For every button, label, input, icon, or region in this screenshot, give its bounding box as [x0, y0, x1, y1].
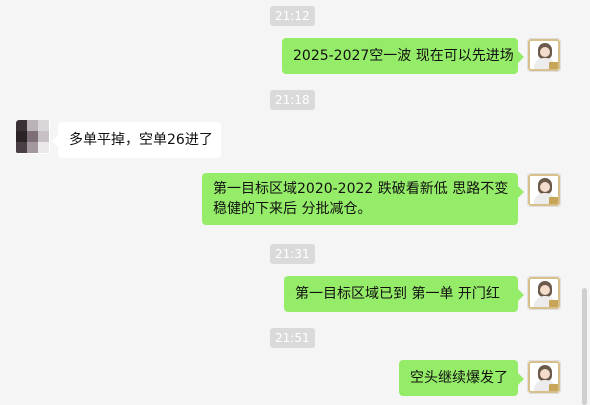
mosaic-avatar-icon[interactable] — [16, 120, 50, 154]
timestamp: 21:18 — [270, 90, 315, 110]
message-text: 第一目标区域已到 第一单 开门红 — [295, 286, 500, 302]
message-text: 多单平掉，空单26进了 — [69, 132, 213, 148]
timestamp: 21:31 — [270, 244, 315, 264]
message-text: 2025-2027空一波 现在可以先进场 — [293, 48, 514, 64]
woman-avatar-icon[interactable] — [527, 38, 561, 72]
message-text-line: 稳健的下来后 分批减仓。 — [213, 201, 372, 217]
message-bubble-outgoing[interactable]: 2025-2027空一波 现在可以先进场 — [282, 38, 524, 74]
message-bubble-outgoing[interactable]: 第一目标区域已到 第一单 开门红 — [284, 276, 524, 312]
woman-avatar-icon[interactable] — [527, 276, 561, 310]
message-bubble-outgoing[interactable]: 第一目标区域2020-2022 跌破看新低 思路不变 稳健的下来后 分批减仓。 — [202, 173, 524, 225]
message-text: 空头继续爆发了 — [410, 370, 508, 386]
woman-avatar-icon[interactable] — [527, 360, 561, 394]
timestamp: 21:12 — [270, 6, 315, 26]
timestamp: 21:51 — [270, 328, 315, 348]
scrollbar[interactable] — [582, 288, 587, 405]
message-bubble-outgoing[interactable]: 空头继续爆发了 — [399, 360, 524, 396]
message-bubble-incoming[interactable]: 多单平掉，空单26进了 — [52, 122, 221, 158]
message-text-line: 第一目标区域2020-2022 跌破看新低 思路不变 — [213, 181, 509, 197]
chat-history[interactable]: 21:12 2025-2027空一波 现在可以先进场 21:18 多单平掉，空单… — [0, 0, 590, 405]
woman-avatar-icon[interactable] — [527, 173, 561, 207]
